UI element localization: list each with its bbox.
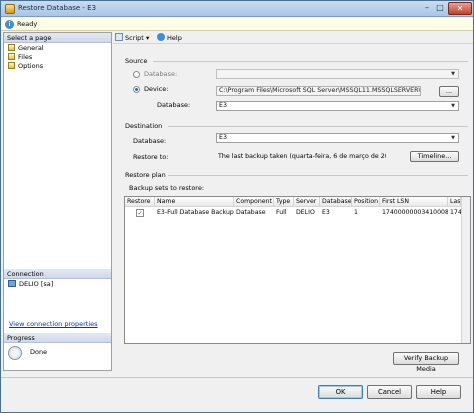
- destination-database-label: Database:: [133, 137, 167, 145]
- source-database-combo[interactable]: ▼: [216, 69, 459, 79]
- minimize-button[interactable]: –: [421, 2, 433, 15]
- timeline-button[interactable]: Timeline...: [410, 151, 459, 162]
- help-button[interactable]: Help: [157, 33, 182, 43]
- right-pane: Script ▾ Help Source Database: ▼ Device:…: [113, 32, 473, 373]
- cancel-button[interactable]: Cancel: [367, 385, 412, 399]
- table-cell-type: Full: [276, 209, 287, 216]
- table-cell-first-lsn: 174000000034100080: [382, 209, 448, 216]
- source-db-label: Database:: [157, 101, 191, 109]
- destination-database-value: E3: [219, 134, 227, 141]
- destination-header: Destination: [125, 122, 163, 130]
- progress-header: Progress: [4, 333, 111, 343]
- progress-icon: [8, 346, 22, 360]
- chevron-down-icon: ▾: [145, 34, 150, 42]
- table-cell-name: E3-Full Database Backup: [157, 209, 234, 216]
- progress-status: Done: [30, 348, 48, 356]
- column-header-database[interactable]: Database: [320, 197, 352, 207]
- table-cell-server: DELIO: [296, 209, 315, 216]
- column-header-component[interactable]: Component: [234, 197, 274, 207]
- table-cell-position: 1: [354, 209, 358, 216]
- device-radio[interactable]: [133, 86, 140, 93]
- destination-database-combo[interactable]: E3 ▼: [216, 133, 459, 143]
- select-page-header: Select a page: [4, 33, 111, 43]
- window-title: Restore Database - E3: [18, 4, 97, 12]
- connection-header: Connection: [4, 269, 111, 279]
- page-icon: [8, 53, 15, 60]
- source-divider: [153, 61, 468, 62]
- close-button[interactable]: ✕: [448, 2, 472, 15]
- grid-scrollbar[interactable]: [461, 197, 470, 343]
- page-icon: [8, 62, 15, 69]
- title-bar[interactable]: Restore Database - E3 – □ ✕: [1, 1, 473, 17]
- maximize-button[interactable]: □: [434, 2, 446, 15]
- chevron-down-icon: ▼: [451, 103, 455, 109]
- restore-database-window: Restore Database - E3 – □ ✕ i Ready Sele…: [0, 0, 474, 413]
- source-db-combo[interactable]: E3 ▼: [216, 101, 459, 111]
- column-header-server[interactable]: Server: [294, 197, 320, 207]
- left-pane: Select a page General Files Options Conn…: [3, 32, 112, 371]
- device-radio-label: Device:: [144, 85, 169, 93]
- page-icon: [8, 44, 15, 51]
- column-header-position[interactable]: Position: [352, 197, 380, 207]
- page-files-label: Files: [18, 53, 33, 61]
- restore-to-label: Restore to:: [133, 153, 169, 161]
- table-cell-component: Database: [236, 209, 266, 216]
- restore-plan-divider: [168, 175, 468, 176]
- column-header-name[interactable]: Name: [155, 197, 234, 207]
- restore-to-value: The last backup taken (quarta-feira, 6 d…: [218, 153, 386, 160]
- connection-item: DELIO [sa]: [8, 280, 53, 288]
- chevron-down-icon: ▼: [451, 135, 455, 141]
- restore-plan-header: Restore plan: [125, 171, 166, 179]
- help-dialog-button[interactable]: Help: [416, 385, 461, 399]
- source-header: Source: [125, 57, 148, 65]
- destination-divider: [168, 126, 468, 127]
- column-header-restore[interactable]: Restore: [125, 197, 155, 207]
- page-general-label: General: [18, 44, 44, 52]
- chevron-down-icon: ▼: [451, 71, 455, 77]
- database-radio-label: Database:: [144, 70, 178, 78]
- ok-button[interactable]: OK: [318, 385, 363, 399]
- column-header-type[interactable]: Type: [274, 197, 294, 207]
- database-radio[interactable]: [133, 71, 140, 78]
- table-cell-database: E3: [322, 209, 330, 216]
- table-cell-last-lsn: 174: [450, 209, 461, 216]
- script-label: Script: [125, 34, 144, 42]
- browse-device-button[interactable]: ...: [439, 86, 459, 97]
- info-icon: i: [5, 20, 14, 29]
- page-options[interactable]: Options: [8, 62, 43, 71]
- device-path-field[interactable]: C:\Program Files\Microsoft SQL Server\MS…: [216, 86, 421, 96]
- page-files[interactable]: Files: [8, 53, 32, 62]
- toolbar: Script ▾ Help: [113, 32, 473, 44]
- view-connection-properties-link[interactable]: View connection properties: [9, 320, 98, 328]
- footer-divider: [1, 377, 473, 378]
- server-icon: [8, 280, 16, 287]
- source-db-value: E3: [219, 102, 227, 109]
- column-header-first-lsn[interactable]: First LSN: [380, 197, 448, 207]
- column-header-last-lsn[interactable]: Las: [448, 197, 461, 207]
- help-label: Help: [167, 34, 182, 42]
- status-bar: i Ready: [1, 18, 473, 31]
- backup-sets-grid[interactable]: Restore Name Component Type Server Datab…: [124, 196, 471, 344]
- backup-sets-label: Backup sets to restore:: [129, 184, 205, 192]
- script-icon: [115, 33, 123, 41]
- script-button[interactable]: Script ▾: [115, 33, 149, 43]
- verify-backup-media-button[interactable]: Verify Backup Media: [393, 352, 459, 373]
- help-icon: [157, 33, 165, 41]
- status-text: Ready: [17, 20, 38, 28]
- page-general[interactable]: General: [8, 44, 44, 53]
- page-options-label: Options: [18, 62, 44, 70]
- restore-checkbox[interactable]: ✓: [136, 209, 144, 217]
- connection-label: DELIO [sa]: [19, 280, 54, 288]
- database-icon: [5, 4, 15, 14]
